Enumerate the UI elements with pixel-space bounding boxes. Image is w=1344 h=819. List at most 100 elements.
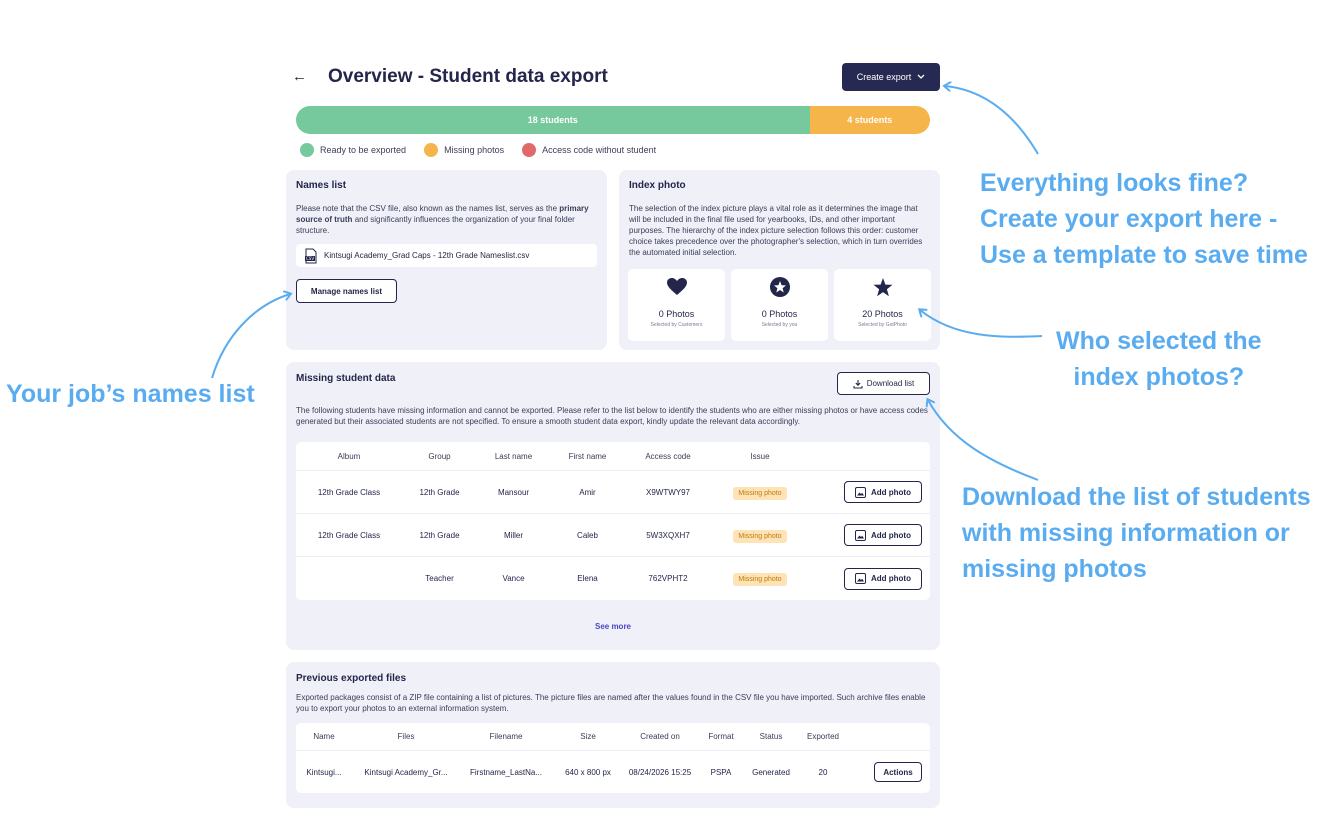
col-exported: Exported [806, 732, 840, 741]
names-list-card: Names list Please note that the CSV file… [286, 170, 607, 350]
annotation-download-line-1: Download the list of students [962, 483, 1311, 511]
col-album: Album [337, 451, 361, 461]
stat-gotphoto: 20 Photos Selected by GotPhoto [834, 269, 931, 341]
add-photo-button[interactable]: Add photo [844, 567, 922, 590]
export-progress-bar: 18 students 4 students [296, 106, 930, 134]
annotation-download-line-2: with missing information or [962, 519, 1290, 547]
ready-count-label: 18 students [527, 115, 578, 125]
cell-first-name: Amir [579, 487, 596, 497]
table-row: Teacher Vance Elena 762VPHT2 Missing pho… [296, 557, 930, 600]
cell-group: Teacher [425, 574, 454, 583]
annotation-index-photos: Who selected the index photos? [1056, 323, 1262, 395]
arrow-to-names-list [211, 294, 290, 379]
col-access-code: Access code [645, 451, 691, 461]
ready-dot-icon [300, 143, 314, 157]
issue-badge: Missing photo [733, 486, 787, 500]
col-size: Size [580, 732, 596, 741]
annotation-export-line-3: Use a template to save time [980, 241, 1308, 269]
missing-dot-icon [424, 143, 439, 157]
legend-ready-label: Ready to be exported [320, 145, 407, 155]
legend-access-label: Access code without student [542, 145, 657, 155]
missing-count-label: 4 students [847, 115, 893, 125]
col-format: Format [708, 732, 734, 741]
col-issue: Issue [750, 451, 770, 461]
stat-gotphoto-label: Selected by GotPhoto [858, 322, 907, 328]
cell-access-code: 762VPHT2 [648, 574, 688, 583]
add-photo-button[interactable]: Add photo [844, 481, 922, 503]
cell-exported: 20 [818, 767, 828, 777]
stat-you-value: 0 Photos [761, 309, 798, 319]
cell-last-name: Mansour [497, 487, 530, 497]
cell-files: Kintsugi Academy_Gr... [364, 767, 448, 777]
col-files: Files [397, 732, 415, 741]
index-photo-stats: 0 Photos Selected by Customers 0 Photos … [628, 269, 931, 341]
cell-album: 12th Grade Class [317, 530, 381, 540]
image-icon [855, 573, 866, 584]
stat-customers-value: 0 Photos [658, 309, 695, 319]
table-header-row: Album Group Last name First name Access … [296, 442, 930, 471]
download-list-label: Download list [866, 379, 915, 388]
col-last-name: Last name [494, 451, 533, 461]
issue-badge: Missing photo [733, 573, 787, 586]
add-photo-label: Add photo [871, 574, 911, 583]
names-list-file[interactable]: CSV Kintsugi Academy_Grad Caps - 12th Gr… [296, 244, 597, 267]
annotation-download-list: Download the list of students with missi… [962, 479, 1311, 587]
stat-you-label: Selected by you [761, 322, 798, 328]
actions-button[interactable]: Actions [874, 762, 922, 782]
add-photo-button[interactable]: Add photo [844, 524, 922, 546]
col-first-name: First name [568, 451, 607, 461]
cell-filename: Firstname_LastNa... [469, 767, 543, 777]
legend-access: Access code without student [522, 143, 656, 157]
cell-group: 12th Grade [419, 530, 460, 540]
cell-first-name: Elena [577, 574, 598, 583]
cell-access-code: 5W3XQXH7 [646, 530, 690, 540]
download-list-button[interactable]: Download list [837, 372, 930, 395]
cell-action: Add photo [809, 567, 930, 590]
missing-segment: 4 students [809, 106, 930, 134]
names-list-filename: Kintsugi Academy_Grad Caps - 12th Grade … [324, 251, 530, 260]
add-photo-label: Add photo [871, 487, 911, 497]
stat-you: 0 Photos Selected by you [731, 269, 828, 341]
cell-action: Add photo [809, 481, 930, 503]
previous-exports-description: Exported packages consist of a ZIP file … [296, 693, 926, 713]
missing-data-title: Missing student data [296, 373, 396, 384]
stat-customers-label: Selected by Customers [650, 322, 703, 328]
index-photo-title: Index photo [629, 180, 686, 191]
table-row: 12th Grade Class 12th Grade Miller Caleb… [296, 514, 930, 557]
col-status: Status [759, 732, 783, 741]
cell-format: PSPA [710, 767, 732, 777]
cell-access-code: X9WTWY97 [645, 487, 690, 497]
annotation-export-line-1: Everything looks fine? [980, 169, 1249, 197]
arrow-to-create-export [945, 86, 1039, 155]
missing-students-table: Album Group Last name First name Access … [296, 442, 930, 600]
progress-legend: Ready to be exported Missing photos Acce… [300, 143, 656, 157]
index-photo-description: The selection of the index picture plays… [629, 204, 923, 257]
names-list-title: Names list [296, 180, 347, 191]
missing-data-description: The following students have missing info… [296, 406, 928, 426]
table-row: 12th Grade Class 12th Grade Mansour Amir… [296, 471, 930, 514]
image-icon [855, 486, 866, 498]
col-created-on: Created on [640, 732, 680, 741]
star-icon [873, 277, 893, 297]
previous-exports-table: Name Files Filename Size Created on Form… [296, 723, 930, 793]
legend-missing: Missing photos [424, 143, 504, 157]
previous-exports-card: Previous exported files Exported package… [286, 662, 940, 808]
chevron-down-icon [917, 74, 925, 79]
cell-last-name: Miller [503, 530, 524, 540]
cell-status: Generated [752, 767, 790, 777]
names-list-description: Please note that the CSV file, also know… [296, 203, 597, 236]
back-arrow-icon[interactable]: ← [292, 68, 307, 85]
manage-names-list-button[interactable]: Manage names list [296, 279, 397, 303]
cell-size: 640 x 800 px [565, 767, 611, 777]
annotation-download-line-3: missing photos [962, 555, 1147, 583]
annotation-index-line-2: index photos? [1073, 363, 1245, 391]
add-photo-label: Add photo [871, 530, 911, 540]
page-title: Overview - Student data export [328, 66, 608, 87]
csv-file-icon: CSV [305, 248, 317, 263]
see-more-link[interactable]: See more [286, 622, 940, 631]
issue-badge: Missing photo [733, 529, 787, 543]
cell-name: Kintsugi... [306, 767, 342, 777]
create-export-button[interactable]: Create export [842, 63, 940, 91]
missing-student-data-card: Missing student data Download list The f… [286, 362, 940, 650]
annotation-export-line-2: Create your export here - [980, 205, 1278, 233]
